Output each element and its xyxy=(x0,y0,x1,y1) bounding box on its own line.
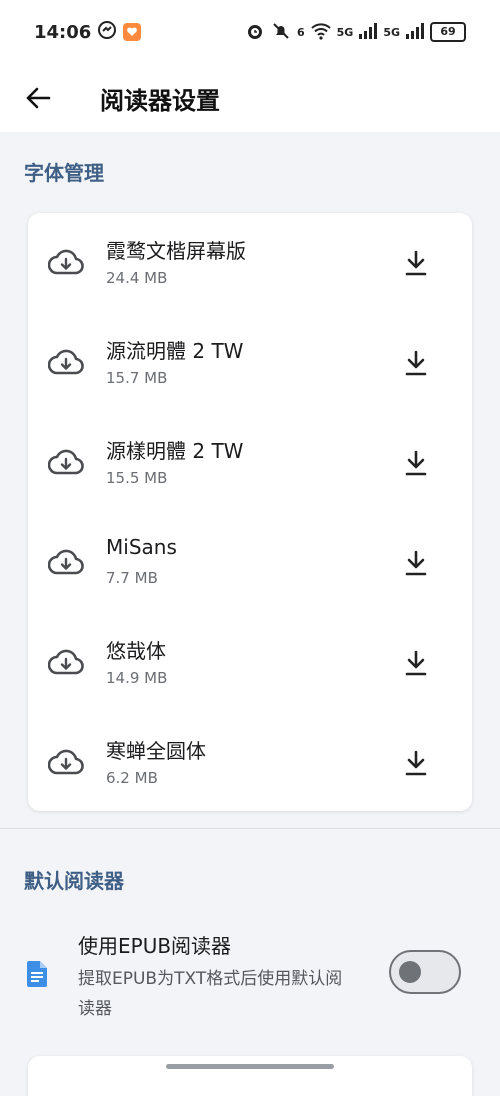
font-name: 霞鹜文楷屏幕版 xyxy=(106,239,246,263)
epub-reader-setting[interactable]: 使用EPUB阅读器 提取EPUB为TXT格式后使用默认阅读器 xyxy=(0,924,500,1024)
page-title: 阅读器设置 xyxy=(100,86,220,115)
app-bar: 阅读器设置 xyxy=(0,64,500,132)
download-button[interactable] xyxy=(400,747,432,779)
download-button[interactable] xyxy=(400,647,432,679)
wifi-icon xyxy=(310,22,331,43)
recorder-icon xyxy=(97,20,117,45)
alarm-icon xyxy=(245,21,265,44)
font-list-item[interactable]: 霞鹜文楷屏幕版 24.4 MB xyxy=(28,213,472,313)
home-indicator[interactable] xyxy=(166,1064,334,1069)
download-button[interactable] xyxy=(400,247,432,279)
reader-section-title: 默认阅读器 xyxy=(24,869,124,893)
back-button[interactable] xyxy=(16,76,60,120)
mute-bell-icon xyxy=(271,21,291,44)
signal-icon xyxy=(359,22,378,42)
cloud-download-icon xyxy=(47,348,84,380)
font-name: MiSans xyxy=(106,535,177,559)
font-section-title: 字体管理 xyxy=(24,161,104,185)
net-6-label: 6 xyxy=(296,25,305,39)
signal-icon xyxy=(406,22,424,42)
download-button[interactable] xyxy=(400,447,432,479)
font-list-item[interactable]: 寒蝉全圆体 6.2 MB xyxy=(28,713,472,813)
download-icon xyxy=(405,450,427,476)
download-icon xyxy=(405,650,427,676)
font-name: 寒蝉全圆体 xyxy=(106,739,206,763)
font-size: 15.7 MB xyxy=(106,369,168,387)
epub-setting-title: 使用EPUB阅读器 xyxy=(78,934,232,958)
status-time: 14:06 xyxy=(34,21,92,43)
font-list-item[interactable]: 源樣明體 2 TW 15.5 MB xyxy=(28,413,472,513)
download-icon xyxy=(405,250,427,276)
section-divider xyxy=(0,828,500,829)
font-list-item[interactable]: 源流明體 2 TW 15.7 MB xyxy=(28,313,472,413)
document-icon xyxy=(24,960,50,992)
download-button[interactable] xyxy=(400,347,432,379)
next-card-partial xyxy=(28,1056,472,1096)
status-left: 14:06 xyxy=(34,20,142,45)
font-name: 源流明體 2 TW xyxy=(106,339,244,363)
download-icon xyxy=(405,350,427,376)
cloud-download-icon xyxy=(47,748,84,780)
cloud-download-icon xyxy=(47,548,84,580)
cloud-download-icon xyxy=(47,448,84,480)
download-icon xyxy=(405,550,427,576)
font-size: 14.9 MB xyxy=(106,669,168,687)
battery-indicator: 69 xyxy=(430,22,466,42)
toggle-knob xyxy=(399,961,421,983)
font-name: 悠哉体 xyxy=(106,639,166,663)
download-button[interactable] xyxy=(400,547,432,579)
epub-reader-toggle[interactable] xyxy=(389,950,461,994)
app-heart-icon xyxy=(123,23,142,41)
font-size: 6.2 MB xyxy=(106,769,158,787)
cloud-download-icon xyxy=(47,648,84,680)
font-size: 15.5 MB xyxy=(106,469,168,487)
cloud-download-icon xyxy=(47,248,84,280)
status-bar: 14:06 6 5G 5G 69 xyxy=(0,0,500,64)
net-5g-label-2: 5G xyxy=(383,25,400,39)
arrow-left-icon xyxy=(26,87,51,109)
font-list: 霞鹜文楷屏幕版 24.4 MB 源流明體 2 TW 15.7 MB 源樣明體 2… xyxy=(28,213,472,813)
font-size: 7.7 MB xyxy=(106,569,158,587)
font-list-item[interactable]: MiSans 7.7 MB xyxy=(28,513,472,613)
epub-setting-description: 提取EPUB为TXT格式后使用默认阅读器 xyxy=(78,969,343,1019)
font-size: 24.4 MB xyxy=(106,269,168,287)
font-list-card: 霞鹜文楷屏幕版 24.4 MB 源流明體 2 TW 15.7 MB 源樣明體 2… xyxy=(28,213,472,811)
status-right: 6 5G 5G 69 xyxy=(245,21,466,44)
font-name: 源樣明體 2 TW xyxy=(106,439,244,463)
font-list-item[interactable]: 悠哉体 14.9 MB xyxy=(28,613,472,713)
download-icon xyxy=(405,750,427,776)
net-5g-label-1: 5G xyxy=(336,25,354,39)
